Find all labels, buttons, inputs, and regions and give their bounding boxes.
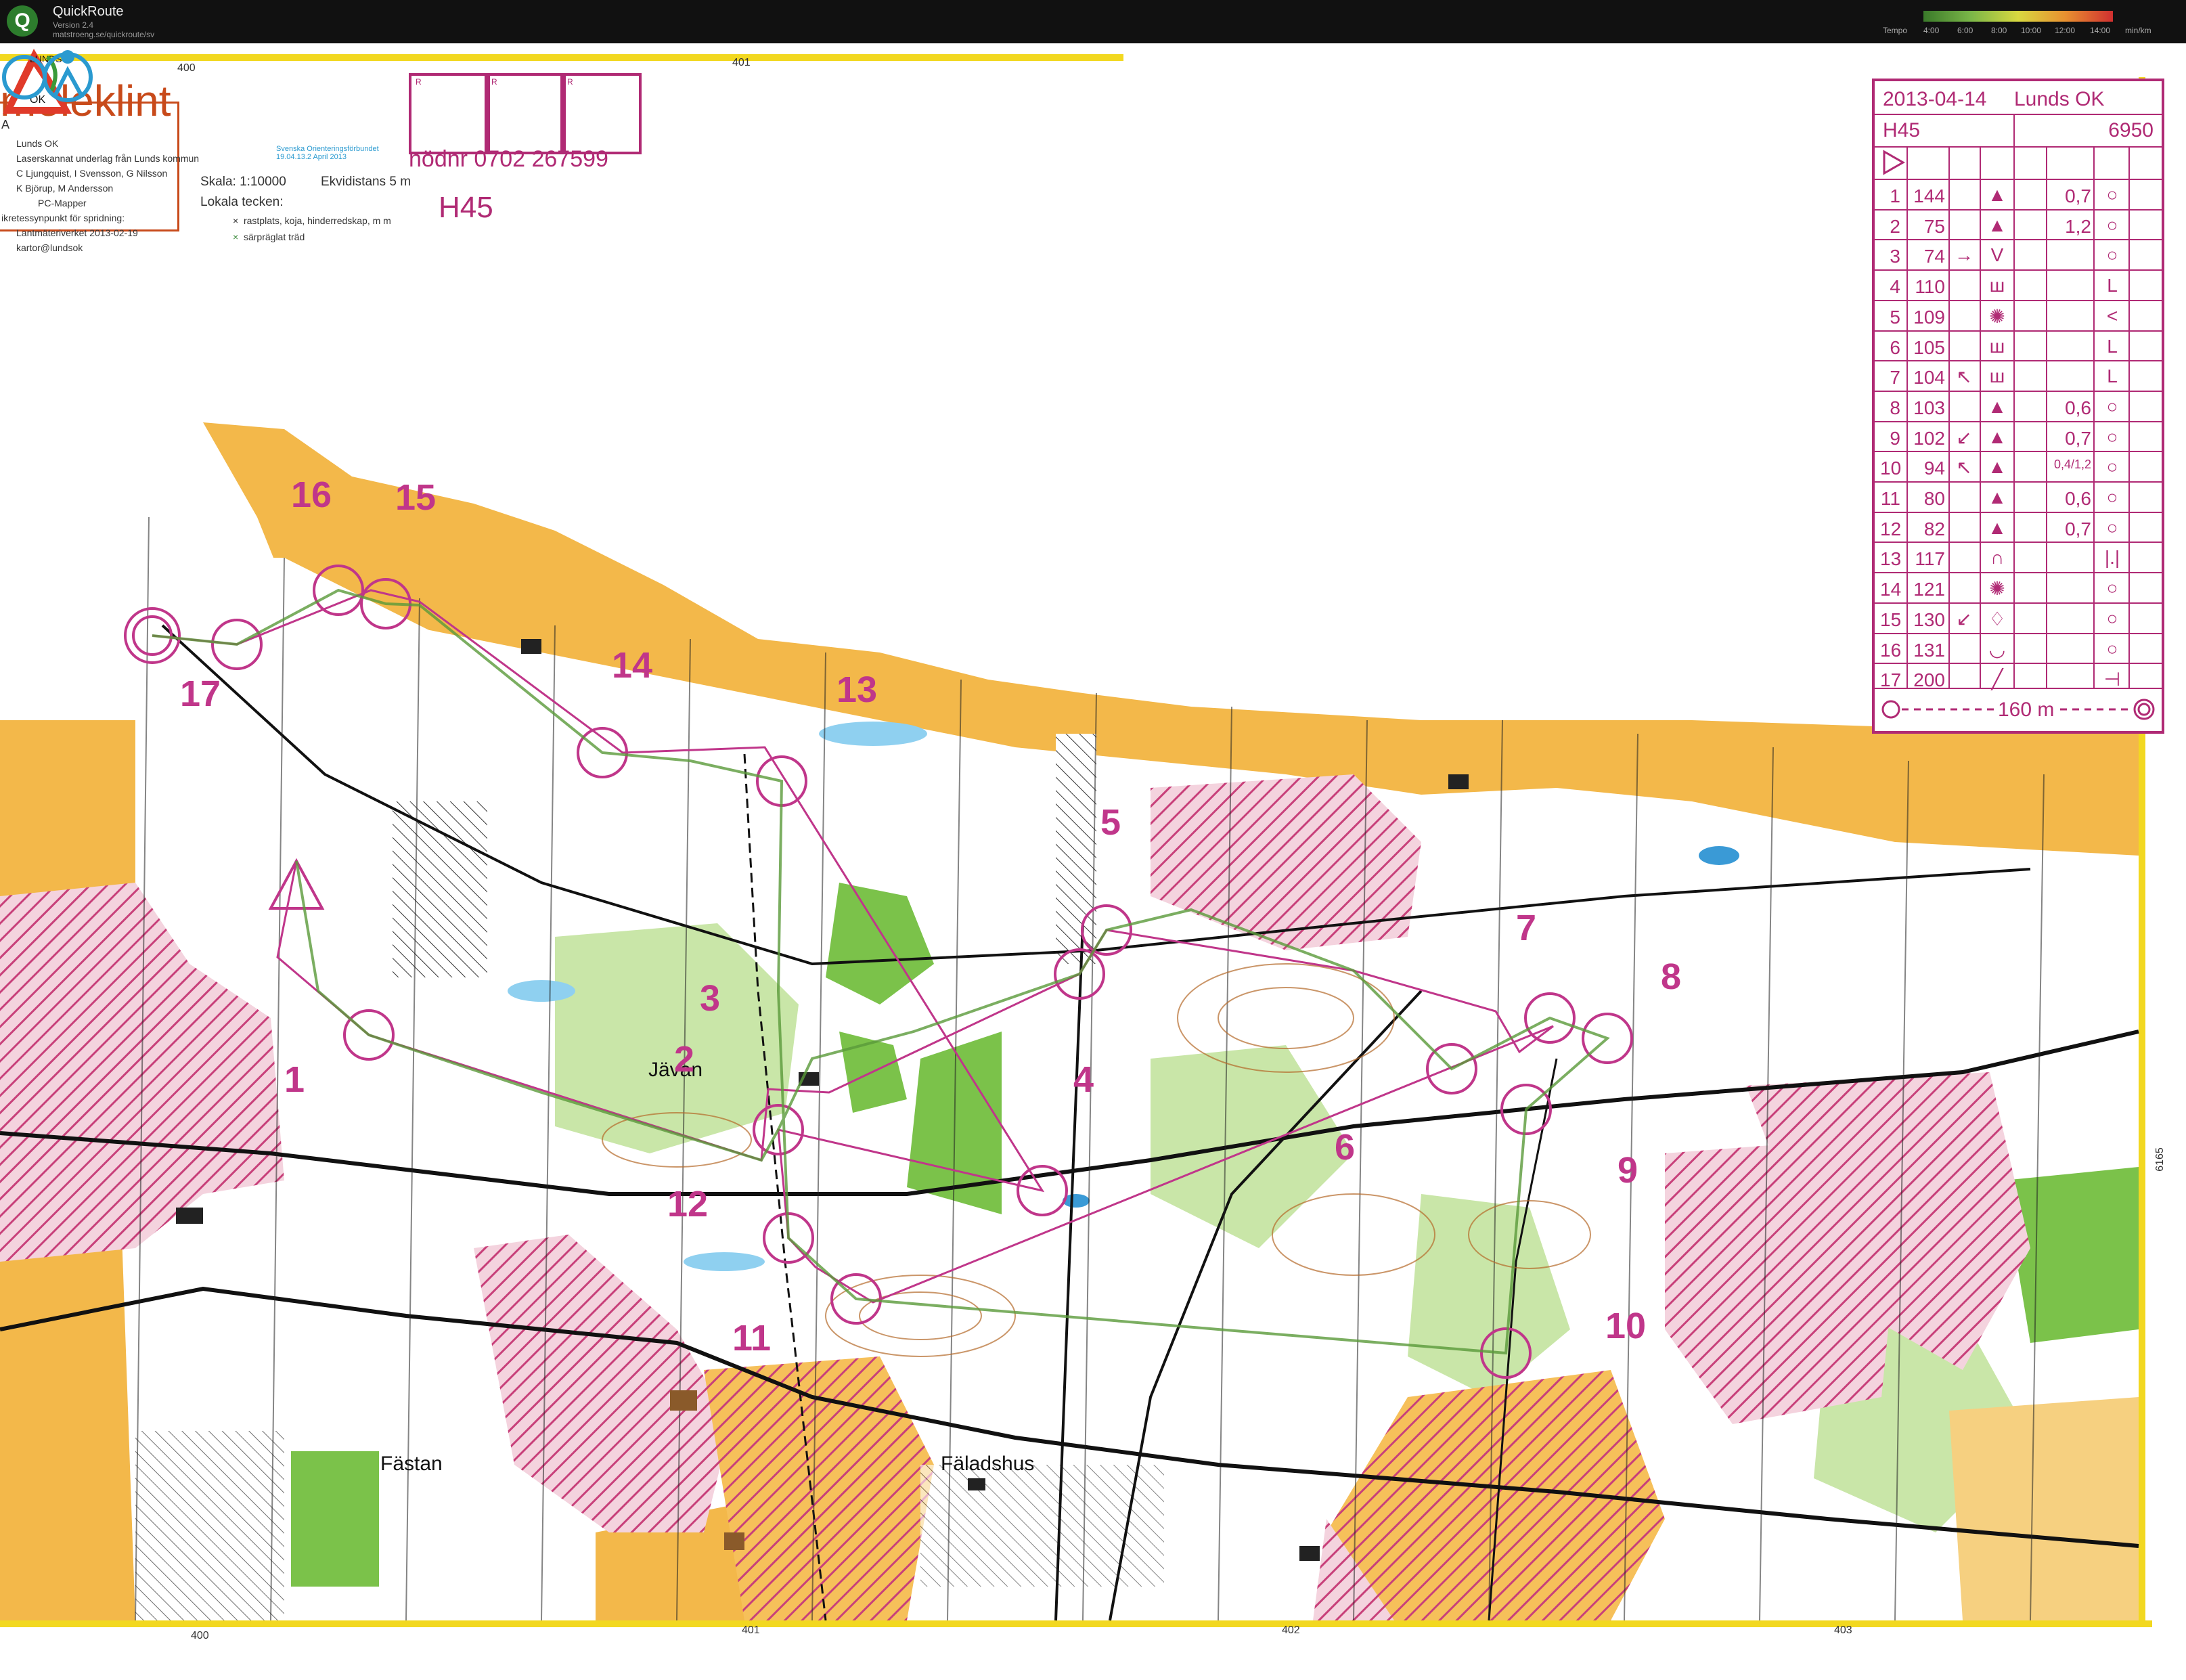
control-label-5: 5 [1100,802,1121,843]
map-scale: Skala: 1:10000 [200,175,286,189]
tempo-color-scale [1923,11,2113,22]
grid-number: 400 [191,1630,209,1641]
app-version: Version 2.4 [53,20,94,30]
punch-box-3: R [560,73,642,154]
grid-number: 403 [1834,1624,1852,1636]
control-label-4: 4 [1073,1059,1094,1100]
control-label-8: 8 [1661,956,1682,997]
control-label-9: 9 [1618,1150,1638,1191]
tempo-tick: 14:00 [2090,26,2111,35]
punch-box-2: R [485,73,566,154]
control-label-13: 13 [837,669,878,710]
grid-number: 401 [732,57,751,68]
control-label-16: 16 [291,474,332,515]
cd-finish-row: 160 m [1875,688,2162,730]
grid-number: 6165 [2154,1147,2166,1172]
control-label-10: 10 [1605,1306,1647,1346]
credit-line: PC-Mapper [38,198,87,208]
grid-number: 401 [742,1624,760,1636]
contour-interval: Ekvidistans 5 m [321,175,411,189]
tempo-tick: 6:00 [1957,26,1973,35]
control-label-17: 17 [180,673,221,714]
credit-line: kartor@lundsok [16,242,83,253]
federation-logo-icon [2,50,93,102]
local-sign: × rastplats, koja, hinderredskap, m m [233,215,391,226]
federation-name: Svenska Orienteringsförbundet 19.04.13.2 … [276,145,379,161]
plantation [1056,734,1096,964]
tempo-tick: 12:00 [2055,26,2076,35]
open-field [1949,1397,2139,1620]
place-name: Fästan [380,1453,443,1475]
control-label-2: 2 [674,1039,695,1080]
pond [1699,846,1739,865]
tempo-tick: 8:00 [1991,26,2007,35]
place-name: Fäladshus [941,1453,1035,1475]
tempo-tick: 4:00 [1923,26,1940,35]
credit-line: Laserskannat underlag från Lunds kommun [16,153,200,164]
restricted-area [704,1356,934,1620]
tempo-label: Tempo [1883,26,1908,35]
map-graphics [0,54,2152,1627]
control-label-7: 7 [1516,908,1537,948]
grid-number: 402 [1282,1624,1300,1636]
control-label-12: 12 [667,1184,709,1224]
credit-line: Lantmäteriverket 2013-02-19 [16,227,138,238]
plantation [135,1431,284,1620]
credit-line: Lunds OK [16,138,59,149]
class-label: H45 [439,191,493,224]
control-label-6: 6 [1335,1127,1356,1168]
credit-line: ikretessynpunkt för spridning: [1,213,125,223]
control-label-15: 15 [395,477,437,518]
finish-distance: 160 m [1994,699,2059,722]
app-url[interactable]: matstroeng.se/quickroute/sv [53,30,154,39]
map-frame-top [0,54,1123,61]
local-sign: × särpräglat träd [233,231,305,242]
quickroute-logo-icon: Q [7,5,38,37]
orienteering-map[interactable]: meleklint A Lunds OK Laserskannat underl… [0,43,2186,1680]
control-description-sheet: 2013-04-14 Lunds OK H45 6950 1 144 ▲ 0,7 ○ 2 7… [1872,79,2164,734]
marsh [819,722,927,746]
map-frame-bottom [0,1620,2152,1627]
app-title-bar: Q QuickRoute Version 2.4 matstroeng.se/q… [0,0,2186,43]
cd-grid [1906,114,2130,688]
local-signs-title: Lokala tecken: [200,195,284,209]
emergency-number: nödnr 0702 267599 [409,146,608,172]
credit-line: K Björup, M Andersson [16,183,114,194]
plantation [393,801,487,977]
app-name: QuickRoute [53,4,124,19]
marsh [684,1252,765,1271]
credit-line: C Ljungquist, I Svensson, G Nilsson [16,168,168,179]
control-label-14: 14 [612,645,653,686]
open-field [0,1235,135,1620]
control-label-1: 1 [284,1059,305,1100]
control-label-3: 3 [700,978,721,1019]
tempo-tick: 10:00 [2021,26,2042,35]
green-field [291,1451,379,1587]
grid-number: 400 [177,62,196,74]
control-label-11: 11 [732,1318,772,1358]
tempo-unit: min/km [2125,26,2151,35]
marsh [508,980,575,1002]
punch-box-1: R [409,73,490,154]
